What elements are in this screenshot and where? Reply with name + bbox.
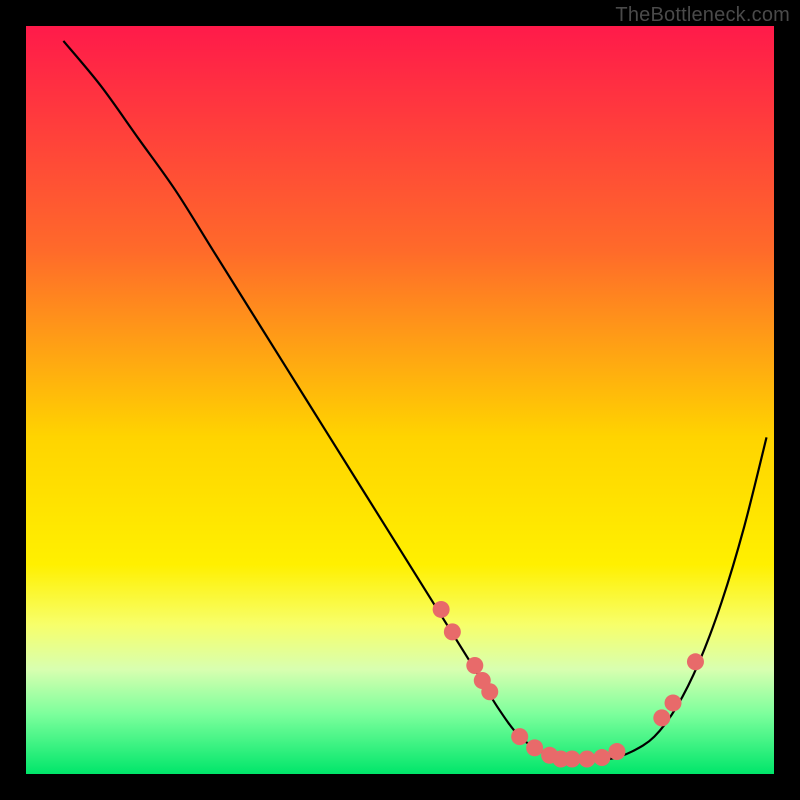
watermark-text: TheBottleneck.com [615,4,790,27]
marker-point [433,601,450,618]
marker-point [564,751,581,768]
chart-svg [0,0,800,800]
marker-point [481,683,498,700]
marker-point [665,694,682,711]
marker-point [526,739,543,756]
marker-point [608,743,625,760]
marker-point [466,657,483,674]
chart-container: TheBottleneck.com [0,0,800,800]
marker-point [511,728,528,745]
marker-point [653,709,670,726]
marker-point [444,623,461,640]
marker-point [593,749,610,766]
marker-point [579,751,596,768]
marker-point [687,653,704,670]
